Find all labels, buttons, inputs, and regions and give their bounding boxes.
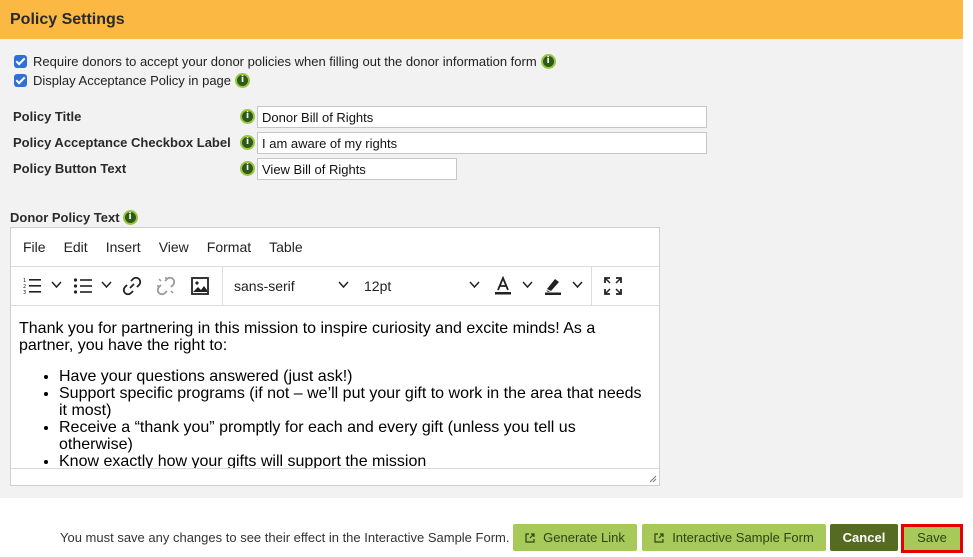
link-icon[interactable]	[122, 276, 142, 296]
editor-content[interactable]: Thank you for partnering in this mission…	[11, 306, 659, 468]
svg-text:3: 3	[23, 290, 26, 296]
info-icon[interactable]: i	[240, 109, 255, 124]
menu-edit[interactable]: Edit	[55, 239, 97, 255]
cancel-button[interactable]: Cancel	[830, 524, 898, 551]
toolbar-separator	[222, 267, 223, 305]
image-icon[interactable]	[190, 276, 210, 296]
editor-label-row: Donor Policy Text i	[10, 210, 138, 225]
info-icon[interactable]: i	[240, 161, 255, 176]
bullet-list-icon[interactable]	[73, 276, 93, 296]
text-color-icon[interactable]	[493, 276, 513, 296]
save-notice: You must save any changes to see their e…	[60, 530, 510, 545]
page-title: Policy Settings	[10, 11, 125, 28]
chevron-down-icon[interactable]	[469, 281, 480, 289]
highlight-color-icon[interactable]	[543, 276, 563, 296]
list-item: Support specific programs (if not – we’l…	[59, 385, 651, 419]
fullscreen-icon[interactable]	[603, 276, 623, 296]
list-item: Know exactly how your gifts will support…	[59, 453, 651, 468]
checkbox-label-label: Policy Acceptance Checkbox Label	[13, 135, 231, 150]
font-family-select[interactable]: sans-serif	[234, 278, 295, 294]
unlink-icon[interactable]	[156, 276, 176, 296]
info-icon[interactable]: i	[240, 135, 255, 150]
editor-label: Donor Policy Text	[10, 210, 120, 225]
save-highlight	[901, 524, 963, 553]
editor-statusbar	[11, 468, 659, 485]
chevron-down-icon[interactable]	[101, 281, 112, 289]
button-text-label: Policy Button Text	[13, 161, 127, 176]
policy-title-input[interactable]	[257, 106, 707, 128]
display-policy-checkbox[interactable]	[14, 73, 27, 87]
info-icon[interactable]: i	[122, 210, 138, 225]
external-link-icon	[525, 532, 535, 543]
generate-link-button[interactable]: Generate Link	[513, 524, 637, 551]
numbered-list-icon[interactable]: 1 2 3	[22, 276, 42, 296]
font-size-select[interactable]: 12pt	[364, 278, 391, 294]
require-policy-label[interactable]: Require donors to accept your donor poli…	[33, 54, 537, 69]
resize-handle-icon[interactable]	[648, 474, 657, 483]
generate-link-label: Generate Link	[543, 530, 625, 545]
external-link-icon	[654, 532, 664, 543]
list-item: Have your questions answered (just ask!)	[59, 368, 651, 385]
chevron-down-icon[interactable]	[338, 281, 349, 289]
menu-format[interactable]: Format	[198, 239, 260, 255]
menu-insert[interactable]: Insert	[97, 239, 150, 255]
toolbar-separator	[591, 267, 592, 305]
display-policy-row: Display Acceptance Policy in page i	[14, 71, 251, 89]
policy-title-label: Policy Title	[13, 109, 82, 124]
rights-list: Have your questions answered (just ask!)…	[19, 368, 651, 468]
require-policy-checkbox[interactable]	[14, 54, 27, 68]
page-header: Policy Settings	[0, 0, 963, 39]
editor-menubar: File Edit Insert View Format Table	[11, 228, 659, 267]
menu-table[interactable]: Table	[260, 239, 311, 255]
chevron-down-icon[interactable]	[572, 281, 583, 289]
editor-toolbar: 1 2 3 sans-serif 12pt	[11, 267, 659, 306]
editor-intro: Thank you for partnering in this mission…	[19, 320, 596, 354]
info-icon[interactable]: i	[235, 72, 251, 88]
sample-form-label: Interactive Sample Form	[672, 530, 814, 545]
list-item: Receive a “thank you” promptly for each …	[59, 419, 651, 453]
menu-file[interactable]: File	[14, 239, 55, 255]
sample-form-button[interactable]: Interactive Sample Form	[642, 524, 826, 551]
display-policy-label[interactable]: Display Acceptance Policy in page	[33, 73, 231, 88]
checkbox-label-input[interactable]	[257, 132, 707, 154]
rich-text-editor: File Edit Insert View Format Table 1 2 3	[10, 227, 660, 486]
cancel-label: Cancel	[842, 530, 886, 545]
button-text-input[interactable]	[257, 158, 457, 180]
require-policy-row: Require donors to accept your donor poli…	[14, 52, 556, 70]
info-icon[interactable]: i	[540, 53, 556, 69]
menu-view[interactable]: View	[150, 239, 198, 255]
chevron-down-icon[interactable]	[51, 281, 62, 289]
chevron-down-icon[interactable]	[522, 281, 533, 289]
